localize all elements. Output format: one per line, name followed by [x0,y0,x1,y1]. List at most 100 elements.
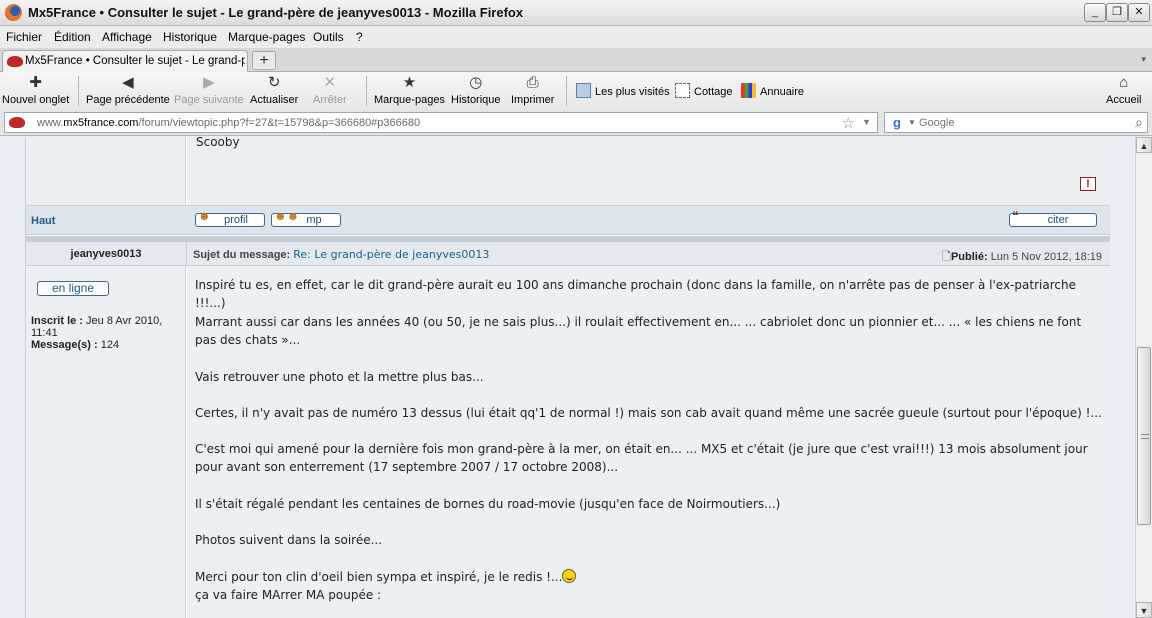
private-message-button[interactable]: ☻☻ mp [271,210,341,227]
forward-label: Page suivante [174,94,244,106]
url-path: /forum/viewtopic.php?f=27&t=15798&p=3666… [138,117,421,129]
profile-button[interactable]: ☻ profil [195,209,265,227]
reload-icon: ↻ [267,74,281,91]
post-author[interactable]: jeanyves0013 [26,248,186,260]
bookmarks-label: Marque-pages [374,94,445,106]
quote-button[interactable]: ❝ citer [1009,209,1097,227]
minimize-button[interactable]: _ [1084,3,1106,22]
tab-active[interactable]: Mx5France • Consulter le sujet - Le gran… [2,50,248,72]
vertical-scrollbar[interactable]: ▲ ▼ [1135,137,1152,618]
search-box: g ▼ ⌕ [884,112,1148,133]
scroll-down-icon[interactable]: ▼ [1136,602,1152,618]
back-button[interactable]: ◀ Page précédente [86,74,170,106]
home-button[interactable]: ⌂ Accueil [1106,74,1141,106]
post-date: 🗋Publié: Lun 5 Nov 2012, 18:19 [942,248,1102,267]
engine-chevron-icon[interactable]: ▼ [908,118,916,127]
menu-edition[interactable]: Édition [54,30,91,44]
post-paragraph-with-smiley: Merci pour ton clin d'oeil bien sympa et… [195,568,1103,604]
grip-icon [1141,434,1149,439]
history-button[interactable]: ◷ Historique [451,74,501,106]
previous-post-author-cell [26,137,186,205]
google-icon[interactable]: g [889,115,905,131]
page-icon [675,83,690,98]
home-label: Accueil [1106,94,1142,106]
address-row: www.mx5france.com/forum/viewtopic.php?f=… [0,110,1152,136]
online-status-badge: en ligne [37,281,109,296]
forward-arrow-icon: ▶ [203,74,215,91]
toolbar-separator [366,76,367,106]
bookmark-cottage[interactable]: Cottage [675,83,733,98]
user-icon: ☻ [198,209,211,223]
stop-button[interactable]: ✕ Arrêter [313,74,347,106]
new-tab-icon: ✚ [29,74,42,91]
window-title: Mx5France • Consulter le sujet - Le gran… [28,5,524,20]
bookmarks-button[interactable]: ★ Marque-pages [374,74,445,106]
smiley-icon [562,569,577,583]
published-label: Publié: [950,251,988,263]
tab-list-chevron-icon[interactable]: ▾ [1141,54,1146,65]
header-divider [186,242,187,266]
toolbar-separator [566,76,567,106]
menu-outils[interactable]: Outils [313,30,344,44]
stop-label: Arrêter [313,94,347,106]
url-text: www.mx5france.com/forum/viewtopic.php?f=… [37,117,420,129]
menu-help[interactable]: ? [356,30,363,44]
bookmark-most-visited[interactable]: Les plus visités [576,83,670,98]
menu-marque-pages[interactable]: Marque-pages [228,30,305,44]
published-value: Lun 5 Nov 2012, 18:19 [990,251,1102,263]
new-tab-button[interactable]: + [252,51,276,70]
author-meta: Inscrit le : Jeu 8 Avr 2010, 11:41 Messa… [31,315,183,351]
bookmark-star-icon[interactable]: ☆ [842,114,855,132]
joined-label: Inscrit le : [31,315,83,327]
close-button[interactable]: ✕ [1128,3,1150,22]
reload-button[interactable]: ↻ Actualiser [250,74,298,106]
new-tab-toolbar-button[interactable]: ✚ Nouvel onglet [2,74,69,106]
back-label: Page précédente [86,94,170,106]
previous-post-signature: Scooby [196,137,240,149]
scrollbar-thumb[interactable] [1137,347,1151,525]
menu-bar: Fichier Édition Affichage Historique Mar… [0,26,1152,48]
post-subject: Sujet du message: Re: Le grand-père de j… [193,248,489,261]
print-label: Imprimer [511,94,555,106]
post-paragraph: Il s'était régalé pendant les centaines … [195,497,781,511]
menu-affichage[interactable]: Affichage [102,30,152,44]
scroll-up-icon[interactable]: ▲ [1136,137,1152,153]
tab-label: Mx5France • Consulter le sujet - Le gran… [25,55,245,67]
report-post-icon[interactable]: ! [1080,177,1096,191]
printer-icon: ⎙ [526,74,539,91]
profile-button-label: profil [224,214,248,226]
forward-button[interactable]: ▶ Page suivante [174,74,244,106]
post-page-icon[interactable]: 🗋 [942,251,951,263]
post-paragraph: Photos suivent dans la soirée... [195,533,383,547]
annuaire-icon [741,83,756,98]
address-bar[interactable]: www.mx5france.com/forum/viewtopic.php?f=… [4,112,878,133]
print-button[interactable]: ⎙ Imprimer [511,74,554,106]
search-input[interactable] [919,115,1115,131]
search-icon[interactable]: ⌕ [1135,114,1143,131]
menu-historique[interactable]: Historique [163,30,217,44]
bookmark-label: Cottage [694,86,733,98]
url-domain: mx5france.com [63,117,139,129]
bookmark-star-icon: ★ [402,74,417,91]
bookmark-label: Les plus visités [595,86,670,98]
title-bar: Mx5France • Consulter le sujet - Le gran… [0,0,1152,26]
tab-bar: Mx5France • Consulter le sujet - Le gran… [0,48,1152,72]
stop-icon: ✕ [323,74,337,91]
previous-post-body [187,137,1110,205]
url-prefix: www. [37,117,64,129]
toolbar-separator [78,76,79,106]
post-header: jeanyves0013 Sujet du message: Re: Le gr… [26,242,1110,266]
top-link[interactable]: Haut [31,215,55,227]
forum-topic: Scooby ! Haut ☻ profil ☻☻ mp ❝ citer jea… [25,137,1110,618]
messages-count: 124 [100,339,120,351]
quote-bubble-icon: ❝ [1012,209,1019,223]
folder-icon [576,83,591,98]
post-paragraph: Certes, il n'y avait pas de numéro 13 de… [195,406,1102,420]
bookmark-annuaire[interactable]: Annuaire [741,83,804,98]
menu-fichier[interactable]: Fichier [6,30,42,44]
maximize-button[interactable]: ❐ [1106,3,1128,22]
home-icon: ⌂ [1119,74,1129,91]
post-actions-row: Haut ☻ profil ☻☻ mp ❝ citer [26,205,1110,235]
url-history-chevron-icon[interactable]: ▼ [862,117,871,127]
subject-link[interactable]: Re: Le grand-père de jeanyves0013 [293,248,489,261]
